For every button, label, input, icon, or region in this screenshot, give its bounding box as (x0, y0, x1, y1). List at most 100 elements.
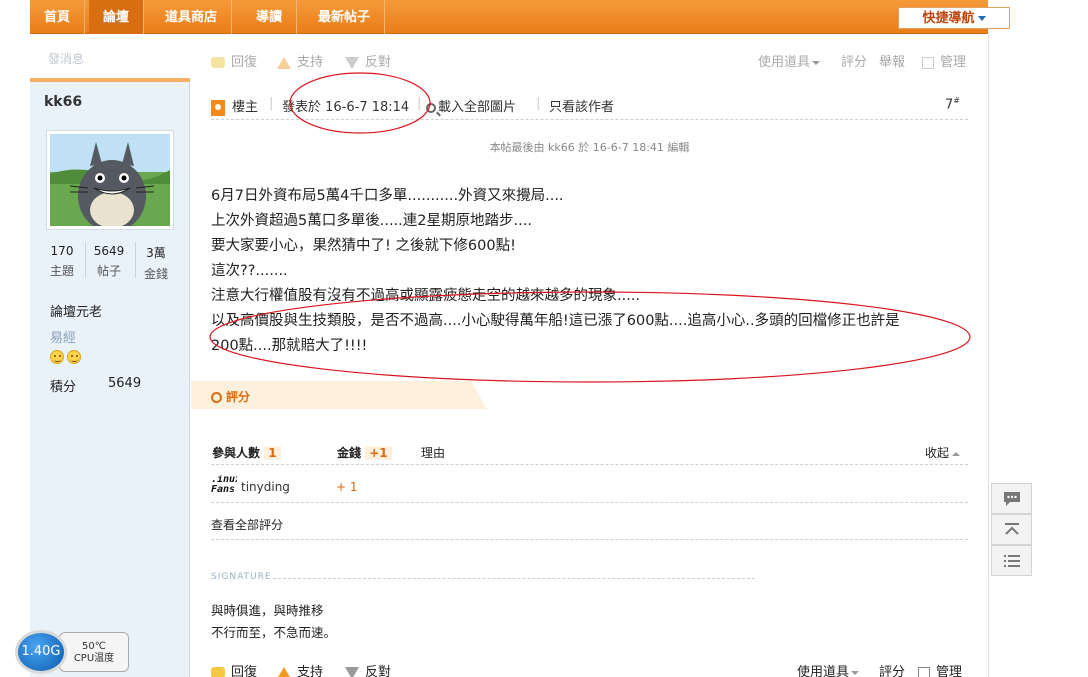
thumb-up-icon (277, 666, 291, 677)
rating-title: 評分 (211, 388, 250, 405)
cpu-speed-value: 1.40G (21, 644, 61, 659)
reason-column: 理由 (421, 446, 446, 460)
use-tool-label: 使用道具 (758, 55, 811, 70)
nav-item-latest[interactable]: 最新帖子 (304, 0, 386, 34)
use-tool-dropdown[interactable]: 使用道具 (797, 661, 860, 677)
support-button[interactable]: 支持 (277, 51, 323, 70)
send-message-link[interactable]: 發消息 (48, 50, 84, 67)
author-only-link[interactable]: 只看該作者 (549, 96, 614, 115)
thumb-down-icon (345, 666, 359, 677)
nav-item-home[interactable]: 首頁 (30, 0, 86, 34)
post-line: 以及高價股與生技類股，是否不過高....小心駛得萬年船!這已漲了600點....… (211, 313, 900, 329)
manage-checkbox[interactable]: 管理 (918, 661, 962, 677)
rater-avatar[interactable]: .inux Fans (211, 475, 237, 497)
oppose-label: 反對 (365, 665, 392, 677)
user-rank: 論壇元老 (50, 305, 103, 320)
post-line: 上次外資超過5萬口多單後.....連2星期原地踏步.... (211, 213, 532, 229)
sidebar-divider (30, 78, 190, 82)
thumb-up-icon (277, 56, 291, 69)
post-actions-top: 回復 支持 反對 使用道具 評分 舉報 管理 (211, 51, 968, 71)
reply-icon (211, 667, 225, 677)
avatar[interactable] (46, 130, 174, 230)
quick-nav-label: 快捷導航 (922, 11, 975, 26)
nav-item-guide[interactable]: 導讀 (242, 0, 298, 34)
circle-icon (211, 392, 222, 403)
use-tool-label: 使用道具 (797, 665, 850, 677)
back-to-top-icon (1004, 523, 1019, 535)
reply-button[interactable]: 回復 (211, 661, 257, 677)
back-to-top-button[interactable] (991, 514, 1032, 545)
totoro-avatar-image (50, 134, 170, 226)
divider: | (269, 96, 274, 111)
author-name[interactable]: kk66 (44, 94, 82, 110)
support-button[interactable]: 支持 (277, 661, 323, 677)
support-label: 支持 (297, 665, 324, 677)
quick-reply-button[interactable] (991, 483, 1032, 514)
back-to-list-button[interactable] (991, 545, 1032, 576)
checkbox-icon (918, 666, 930, 677)
stat-threads-label: 主題 (49, 264, 74, 278)
edit-note: 本帖最後由 kk66 於 16-6-7 18:41 編輯 (489, 141, 690, 154)
divider (211, 539, 968, 540)
chevron-down-icon (812, 60, 821, 65)
temp-label: CPU温度 (73, 653, 115, 664)
floor-number[interactable]: 7# (945, 96, 960, 112)
stat-money-value: 3萬 (146, 246, 166, 260)
thumb-down-icon (345, 56, 359, 69)
stat-posts[interactable]: 5649 帖子 (90, 244, 128, 279)
cpu-speed-gauge: 1.40G (15, 630, 67, 674)
load-images-link[interactable]: 載入全部圖片 (426, 96, 516, 115)
user-group[interactable]: 易經 (50, 327, 76, 346)
quick-nav-button[interactable]: 快捷導航 (898, 7, 1010, 29)
use-tool-dropdown[interactable]: 使用道具 (758, 51, 821, 70)
reply-button[interactable]: 回復 (211, 51, 257, 70)
support-label: 支持 (297, 55, 324, 70)
stat-money[interactable]: 3萬金錢 (137, 244, 175, 282)
rate-button[interactable]: 評分 (879, 661, 905, 677)
checkbox-icon (922, 56, 934, 69)
post-header: 樓主 | 發表於 16-6-7 18:14 | 載入全部圖片 | 只看該作者 7… (211, 92, 968, 120)
report-button[interactable]: 舉報 (879, 51, 905, 70)
floor-number-sup: # (953, 96, 960, 105)
divider: | (417, 96, 422, 111)
stat-threads[interactable]: 170 主題 (43, 244, 81, 279)
post-line: 200點....那就賠大了!!!! (211, 338, 368, 354)
collapse-button[interactable]: 收起 (925, 444, 961, 461)
manage-checkbox[interactable]: 管理 (922, 51, 966, 70)
load-images-label: 載入全部圖片 (438, 100, 517, 115)
chevron-up-icon (952, 451, 961, 456)
owner-label: 樓主 (232, 100, 259, 115)
manage-label: 管理 (936, 665, 963, 677)
participants: 參與人數 1 (212, 444, 281, 461)
cpu-temp-widget[interactable]: 50℃ CPU温度 1.40G (15, 630, 129, 674)
participants-label: 參與人數 (212, 446, 261, 460)
money-total: +1 (365, 446, 392, 460)
stat-divider (85, 242, 86, 278)
signature-label: SIGNATURE (211, 572, 272, 582)
rater-avatar-text: .inux Fans (211, 475, 237, 495)
view-all-ratings-link[interactable]: 查看全部評分 (211, 516, 283, 533)
stat-money-label: 金錢 (143, 267, 168, 281)
post-actions-bottom: 回復 支持 反對 使用道具 評分 管理 (211, 661, 968, 677)
stat-posts-label: 帖子 (96, 264, 121, 278)
manage-label: 管理 (940, 55, 967, 70)
rater-name[interactable]: tinyding (241, 480, 290, 494)
list-icon (1003, 555, 1020, 567)
rate-button[interactable]: 評分 (841, 51, 867, 70)
signature-line: 不行而至，不急而速。 (211, 625, 337, 640)
rating-title-label: 評分 (226, 390, 251, 404)
rater-money: + 1 (336, 480, 358, 494)
post-main: 回復 支持 反對 使用道具 評分 舉報 管理 樓主 | 發表於 16-6-7 1… (191, 34, 988, 677)
nav-item-forum[interactable]: 論壇 (89, 0, 145, 34)
post-line: 注意大行權值股有沒有不過高或顯露疲態走空的越來越多的現象..... (211, 288, 641, 304)
oppose-button[interactable]: 反對 (345, 661, 391, 677)
top-nav: 首頁 論壇 道具商店 導讀 最新帖子 快捷導航 (30, 0, 1010, 34)
search-icon (426, 102, 436, 113)
stat-posts-value: 5649 (93, 244, 125, 258)
nav-item-shop[interactable]: 道具商店 (151, 0, 233, 34)
signature-divider (273, 578, 755, 579)
smiley-icon (67, 350, 81, 364)
collapse-label: 收起 (925, 446, 950, 460)
oppose-button[interactable]: 反對 (345, 51, 391, 70)
temp-value: 50℃ (82, 641, 106, 652)
